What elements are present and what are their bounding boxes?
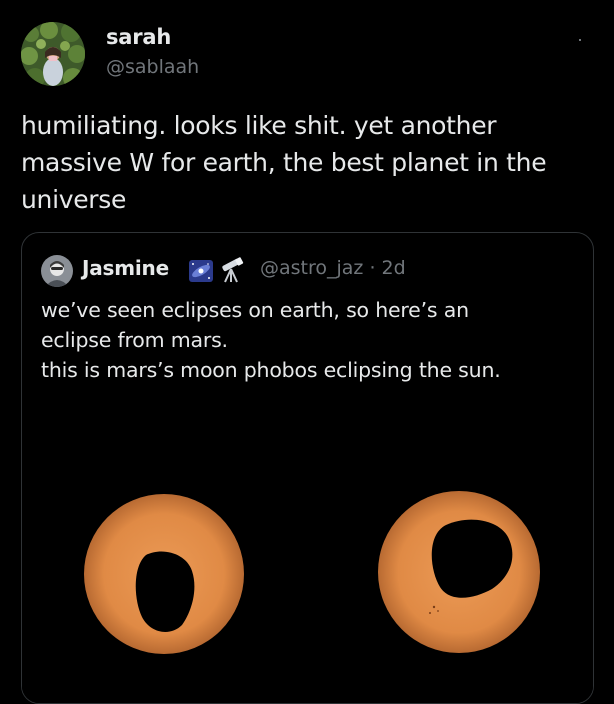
author-handle[interactable]: @sablaah [106,56,199,78]
author-display-name[interactable]: sarah [106,25,171,49]
sun-left [84,494,244,654]
meta-separator: · [369,257,376,279]
telescope-emoji-icon [218,256,246,284]
author-avatar[interactable] [21,22,85,86]
tweet-text: humiliating. looks like shit. yet anothe… [21,111,547,214]
eclipse-photo-icon [22,407,593,703]
galaxy-emoji-icon [188,259,214,283]
quoted-meta: @astro_jaz · 2d [260,257,406,279]
tweet: sarah @sablaah humiliating. looks like s… [0,0,614,704]
more-options-icon[interactable] [570,30,590,50]
quoted-text-line: this is mars’s moon phobos eclipsing the… [41,358,501,382]
quoted-display-name[interactable]: Jasmine [82,256,169,280]
quoted-tweet-text: we’ve seen eclipses on earth, so here’s … [41,295,581,385]
quoted-tweet-card[interactable]: Jasmine @astro_jaz · 2d we’ve seen eclip… [21,232,594,704]
eclipse-photo[interactable] [22,407,593,703]
profile-photo-icon [41,255,73,287]
sun-right [378,491,540,653]
quoted-handle[interactable]: @astro_jaz [260,257,363,279]
quoted-time[interactable]: 2d [382,257,406,279]
quoted-text-line: eclipse from mars. [41,328,228,352]
quoted-author-avatar[interactable] [41,255,73,287]
quoted-text-line: we’ve seen eclipses on earth, so here’s … [41,298,469,322]
profile-photo-icon [21,22,85,86]
